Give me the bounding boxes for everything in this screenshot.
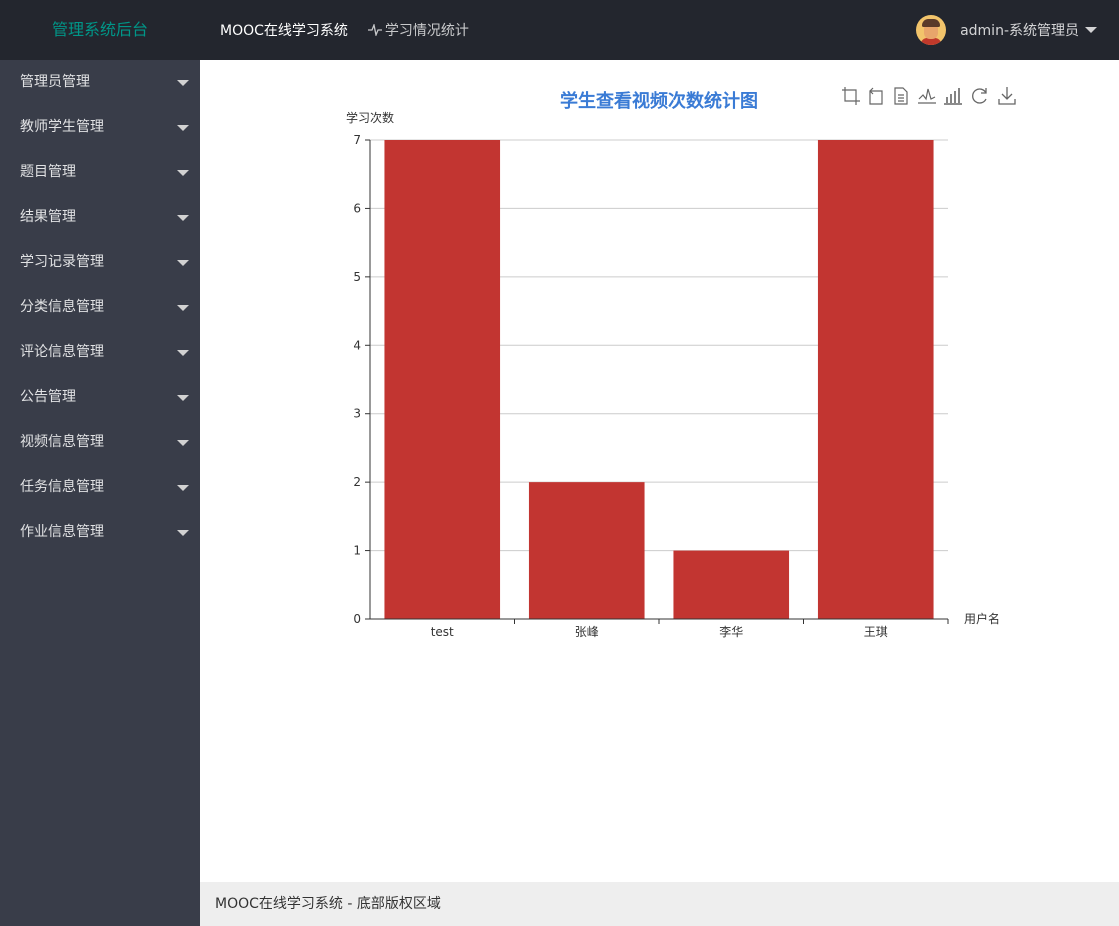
bar[interactable] [528, 482, 645, 619]
x-tick-label: 张峰 [575, 625, 599, 639]
sidebar-item-questions[interactable]: 题目管理 [0, 150, 200, 195]
chevron-down-icon [1085, 27, 1097, 33]
caret-down-icon [177, 215, 189, 221]
sidebar-item-label: 作业信息管理 [20, 524, 104, 540]
sidebar-item-comments[interactable]: 评论信息管理 [0, 330, 200, 375]
sidebar-item-teacher-student[interactable]: 教师学生管理 [0, 105, 200, 150]
bar-chart-icon[interactable] [944, 88, 962, 105]
line-chart-icon[interactable] [918, 88, 936, 104]
y-tick-label: 3 [353, 407, 361, 421]
sidebar-item-label: 教师学生管理 [20, 119, 104, 135]
caret-down-icon [177, 350, 189, 356]
avatar [916, 15, 947, 45]
user-menu[interactable]: admin-系统管理员 [916, 0, 1097, 60]
y-tick-label: 7 [353, 133, 361, 147]
sidebar-item-admin[interactable]: 管理员管理 [0, 60, 200, 105]
nav-item-mooc[interactable]: MOOC在线学习系统 [220, 20, 348, 40]
top-header: 管理系统后台 MOOC在线学习系统 学习情况统计 admin-系统管理员 [0, 0, 1119, 60]
nav-item-study-stats[interactable]: 学习情况统计 [367, 20, 469, 40]
sidebar-item-label: 管理员管理 [20, 74, 90, 90]
pulse-icon [367, 24, 382, 36]
y-tick-label: 4 [353, 338, 361, 352]
user-label: admin-系统管理员 [960, 23, 1079, 39]
caret-down-icon [177, 80, 189, 86]
nav-item-study-stats-label: 学习情况统计 [384, 23, 469, 39]
bar[interactable] [817, 140, 934, 619]
caret-down-icon [177, 260, 189, 266]
main-content: 学生查看视频次数统计图 学习次数 用户名 0 1 2 3 4 5 6 7 test 张峰 李华 王琪 [200, 60, 1119, 882]
sidebar-item-videos[interactable]: 视频信息管理 [0, 420, 200, 465]
sidebar-item-label: 结果管理 [20, 209, 76, 225]
caret-down-icon [177, 170, 189, 176]
bar[interactable] [384, 140, 501, 619]
data-zoom-icon[interactable] [842, 87, 860, 105]
caret-down-icon [177, 305, 189, 311]
sidebar-item-announcements[interactable]: 公告管理 [0, 375, 200, 420]
sidebar-item-label: 学习记录管理 [20, 254, 104, 270]
y-tick-label: 1 [353, 544, 361, 558]
app-logo[interactable]: 管理系统后台 [0, 0, 200, 60]
y-tick-label: 0 [353, 612, 361, 626]
zoom-reset-icon[interactable] [869, 87, 883, 105]
footer-copyright: MOOC在线学习系统 - 底部版权区域 [215, 896, 441, 912]
bar-chart: 学生查看视频次数统计图 学习次数 用户名 0 1 2 3 4 5 6 7 test 张峰 李华 王琪 [346, 87, 1016, 639]
caret-down-icon [177, 530, 189, 536]
caret-down-icon [177, 485, 189, 491]
sidebar-item-tasks[interactable]: 任务信息管理 [0, 465, 200, 510]
x-tick-label: test [431, 625, 454, 639]
save-image-icon[interactable] [998, 87, 1016, 105]
x-tick-label: 王琪 [864, 625, 888, 639]
sidebar-item-label: 题目管理 [20, 164, 76, 180]
y-tick-label: 5 [353, 270, 361, 284]
sidebar-item-homework[interactable]: 作业信息管理 [0, 510, 200, 555]
x-tick-label: 李华 [719, 624, 743, 639]
sidebar: 管理员管理 教师学生管理 题目管理 结果管理 学习记录管理 分类信息管理 评论信… [0, 60, 200, 926]
footer: MOOC在线学习系统 - 底部版权区域 [200, 882, 1119, 926]
y-tick-label: 2 [353, 475, 361, 489]
sidebar-item-study-records[interactable]: 学习记录管理 [0, 240, 200, 285]
data-view-icon[interactable] [894, 87, 908, 105]
sidebar-item-label: 分类信息管理 [20, 299, 104, 315]
restore-icon[interactable] [972, 88, 987, 104]
caret-down-icon [177, 440, 189, 446]
sidebar-item-label: 任务信息管理 [20, 479, 104, 495]
top-nav: MOOC在线学习系统 学习情况统计 [220, 0, 489, 60]
sidebar-item-label: 视频信息管理 [20, 434, 104, 450]
bar[interactable] [673, 550, 790, 619]
caret-down-icon [177, 395, 189, 401]
chart-title: 学生查看视频次数统计图 [560, 90, 758, 112]
sidebar-item-results[interactable]: 结果管理 [0, 195, 200, 240]
sidebar-item-label: 评论信息管理 [20, 344, 104, 360]
y-axis-label: 学习次数 [346, 110, 394, 125]
caret-down-icon [177, 125, 189, 131]
y-tick-label: 6 [353, 201, 361, 215]
sidebar-item-categories[interactable]: 分类信息管理 [0, 285, 200, 330]
x-axis-label: 用户名 [964, 611, 1000, 626]
sidebar-item-label: 公告管理 [20, 389, 76, 405]
